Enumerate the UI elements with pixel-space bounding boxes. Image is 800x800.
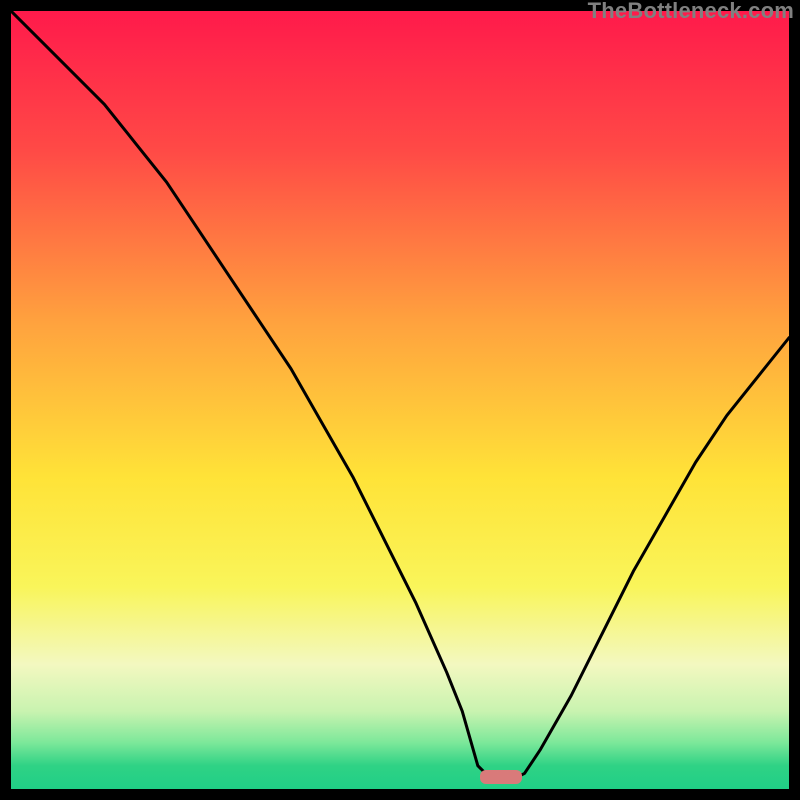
bottleneck-curve — [11, 11, 789, 789]
chart-plot — [11, 11, 789, 789]
watermark-label: TheBottleneck.com — [588, 0, 794, 24]
optimal-marker — [480, 770, 522, 784]
